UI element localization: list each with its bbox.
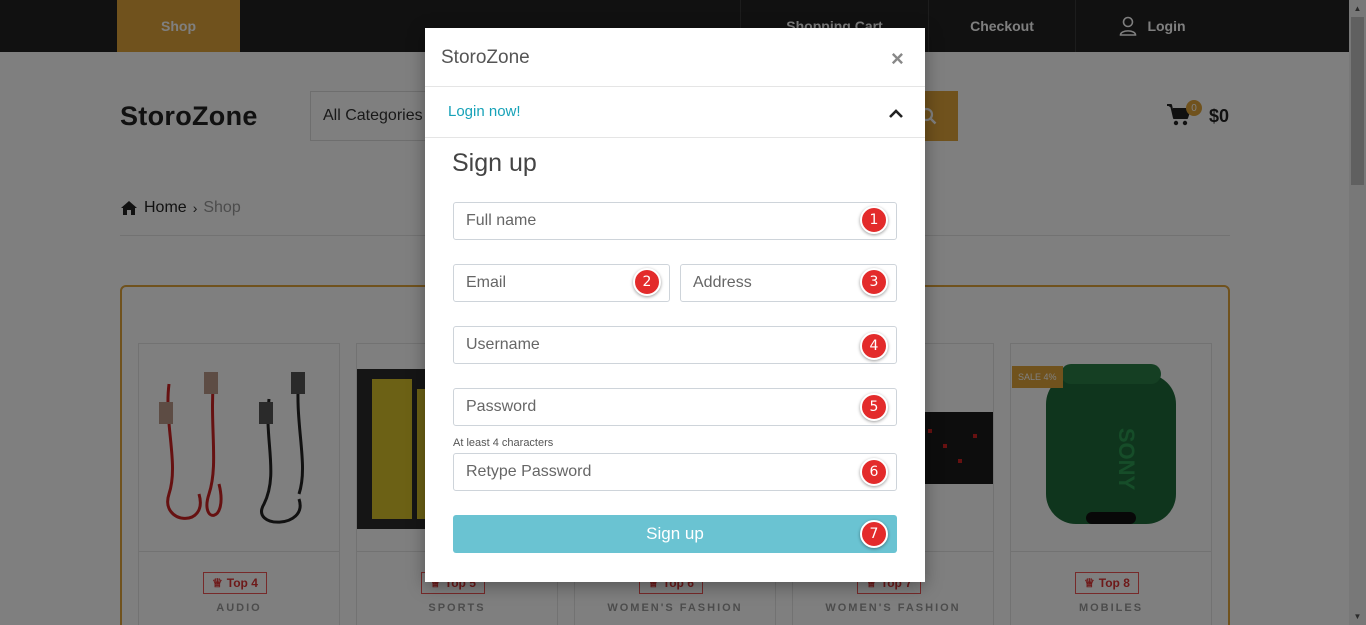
modal-header: StoroZone × [425, 28, 925, 87]
password-hint: At least 4 characters [453, 437, 554, 449]
marker-badge: 6 [860, 458, 888, 486]
login-now-link[interactable]: Login now! [448, 103, 521, 120]
marker-badge: 3 [860, 268, 888, 296]
modal-title: StoroZone [441, 47, 530, 68]
signup-modal: StoroZone × Login now! Sign up At least … [425, 28, 925, 582]
password-field[interactable] [453, 388, 897, 426]
signup-heading: Sign up [452, 149, 537, 177]
retype-password-field[interactable] [453, 453, 897, 491]
marker-badge: 5 [860, 393, 888, 421]
marker-badge: 4 [860, 332, 888, 360]
marker-badge: 7 [860, 520, 888, 548]
chevron-up-icon[interactable] [888, 107, 904, 119]
marker-badge: 2 [633, 268, 661, 296]
close-icon[interactable]: × [891, 46, 904, 72]
signup-button[interactable]: Sign up [453, 515, 897, 553]
login-toggle-bar[interactable]: Login now! [425, 87, 925, 138]
username-field[interactable] [453, 326, 897, 364]
marker-badge: 1 [860, 206, 888, 234]
full-name-field[interactable] [453, 202, 897, 240]
